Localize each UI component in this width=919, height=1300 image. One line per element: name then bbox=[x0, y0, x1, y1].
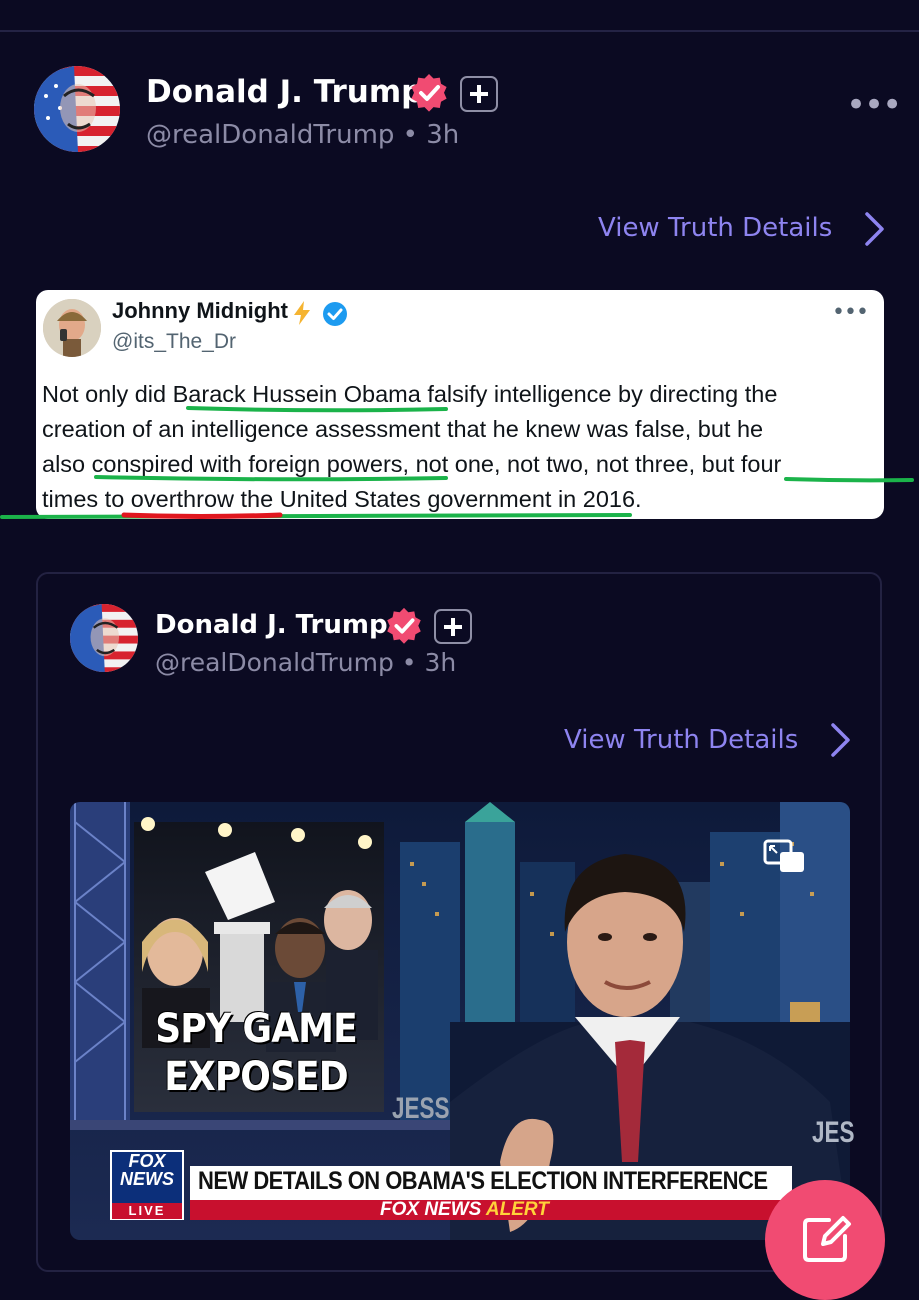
embedded-author-avatar[interactable] bbox=[70, 604, 138, 672]
graphic-headline: SPY GAME EXPOSED bbox=[148, 1005, 364, 1101]
embedded-author-handle-time: @realDonaldTrump • 3h bbox=[155, 648, 457, 677]
embedded-view-truth-details-link[interactable]: View Truth Details bbox=[564, 725, 798, 755]
annotation-underlines bbox=[0, 406, 914, 519]
graphic-line: SPY GAME bbox=[155, 1006, 357, 1052]
fox-news-logo-text: FOX NEWS bbox=[112, 1152, 182, 1188]
set-text: JES bbox=[812, 1116, 855, 1149]
verified-badge-icon bbox=[387, 607, 421, 644]
logo-line: NEWS bbox=[120, 1169, 174, 1189]
embedded-author-name[interactable]: Donald J. Trump bbox=[155, 610, 388, 640]
picture-in-picture-icon[interactable] bbox=[762, 838, 808, 876]
chevron-right-icon[interactable] bbox=[828, 721, 854, 759]
alert-text: FOX NEWS ALERT bbox=[380, 1199, 549, 1221]
compose-button[interactable] bbox=[765, 1180, 885, 1300]
live-label: LIVE bbox=[112, 1203, 182, 1219]
logo-line: FOX bbox=[128, 1151, 166, 1171]
plus-badge-icon bbox=[434, 609, 472, 644]
alert-brand: FOX NEWS bbox=[380, 1199, 482, 1220]
news-headline: NEW DETAILS ON OBAMA'S ELECTION INTERFER… bbox=[198, 1167, 768, 1195]
alert-word: ALERT bbox=[485, 1199, 549, 1220]
graphic-line: EXPOSED bbox=[164, 1054, 348, 1100]
compose-icon bbox=[803, 1216, 851, 1262]
set-text: JESS bbox=[392, 1092, 450, 1125]
